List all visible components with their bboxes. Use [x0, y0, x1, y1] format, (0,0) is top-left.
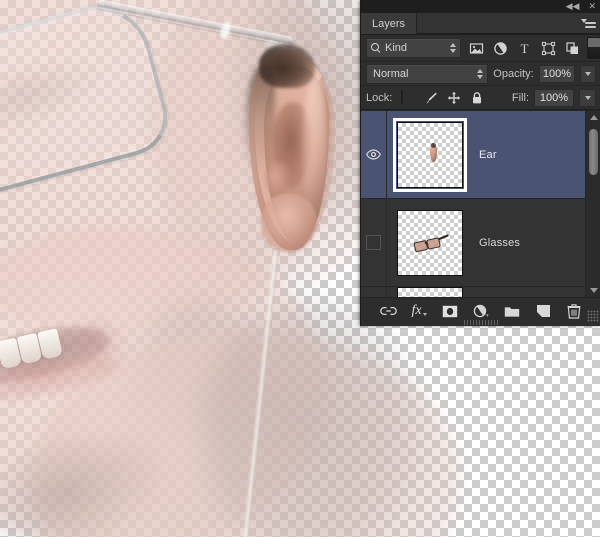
ear-rim-light — [303, 72, 327, 232]
filter-shape-layers-icon[interactable] — [541, 41, 556, 56]
ear-top-hair — [259, 44, 315, 88]
blend-mode-dropdown[interactable]: Normal — [366, 63, 489, 84]
scrollbar-thumb[interactable] — [589, 129, 598, 175]
eye-icon[interactable] — [366, 149, 381, 160]
new-group-button[interactable] — [504, 303, 521, 320]
filter-type-icons: T — [469, 41, 580, 56]
blend-mode-row: Normal Opacity: 100% — [361, 62, 600, 86]
layer-row-glasses[interactable]: Glasses — [361, 199, 600, 287]
layer-name-ear[interactable]: Ear — [473, 149, 600, 161]
filter-enable-toggle[interactable] — [587, 37, 600, 59]
mouth-corner — [72, 318, 132, 378]
filter-adjustment-layers-icon[interactable] — [493, 41, 508, 56]
lock-all-icon[interactable] — [470, 91, 484, 105]
layer-visibility-cell-partial[interactable] — [361, 287, 387, 297]
scroll-down-arrow[interactable] — [586, 284, 600, 297]
delete-layer-button[interactable] — [566, 303, 583, 320]
layers-panel[interactable]: ◀◀ ✕ Layers Kind T Normal Opacity: 100% … — [360, 0, 600, 326]
magnifier-icon — [371, 43, 381, 53]
glasses-thumbnail-content — [413, 233, 449, 252]
filter-pixel-layers-icon[interactable] — [469, 41, 484, 56]
lock-position-icon[interactable] — [447, 91, 461, 105]
filter-kind-label: Kind — [385, 42, 408, 54]
close-icon[interactable]: ✕ — [588, 2, 596, 11]
layer-filter-row: Kind T — [361, 35, 600, 62]
blend-mode-value: Normal — [373, 67, 409, 80]
layer-visibility-cell-ear[interactable] — [361, 111, 387, 198]
filter-smart-object-layers-icon[interactable] — [565, 41, 580, 56]
ear-thumbnail-content — [430, 142, 437, 162]
scroll-up-arrow[interactable] — [586, 111, 600, 124]
layers-panel-toolbar: fx — [361, 297, 600, 325]
new-layer-button[interactable] — [535, 303, 552, 320]
svg-text:T: T — [521, 41, 529, 56]
partial-thumbnail[interactable] — [397, 287, 463, 297]
panel-resize-grip[interactable] — [587, 310, 599, 322]
collapse-double-arrow-icon[interactable]: ◀◀ — [566, 2, 580, 11]
chevron-down-icon — [422, 312, 427, 316]
glasses-thumbnail[interactable] — [397, 209, 463, 276]
filter-kind-dropdown[interactable]: Kind — [366, 38, 461, 58]
new-adjustment-layer-button[interactable] — [473, 303, 490, 320]
fx-label: fx — [411, 303, 422, 318]
fill-label: Fill: — [511, 91, 529, 104]
jaw-shadow — [200, 300, 420, 537]
layer-thumbnail-cell-partial[interactable] — [387, 287, 473, 297]
opacity-dropdown-arrow[interactable] — [580, 64, 597, 83]
eye-icon-off[interactable] — [366, 235, 381, 250]
layer-visibility-cell-glasses[interactable] — [361, 199, 387, 286]
fill-input[interactable]: 100% — [534, 88, 574, 107]
tab-layers[interactable]: Layers — [361, 13, 418, 34]
layer-thumbnail-cell-glasses[interactable] — [387, 209, 473, 276]
filter-type-layers-icon[interactable]: T — [517, 41, 532, 56]
layer-thumbnail-cell-ear[interactable] — [387, 117, 473, 192]
up-down-stepper-icon[interactable] — [449, 42, 457, 54]
layer-row-ear[interactable]: Ear — [361, 111, 600, 199]
add-layer-mask-button[interactable] — [442, 303, 459, 320]
layer-list-scrollbar[interactable] — [585, 111, 600, 297]
opacity-input[interactable]: 100% — [538, 64, 576, 83]
lock-image-pixels-icon[interactable] — [424, 91, 438, 105]
panel-bottom-grip[interactable] — [464, 320, 498, 325]
ear-artwork — [243, 44, 335, 257]
panel-menu-icon[interactable] — [581, 17, 596, 29]
fill-dropdown-arrow[interactable] — [579, 88, 596, 107]
lock-label: Lock: — [366, 91, 393, 104]
link-layers-button[interactable] — [379, 303, 397, 320]
opacity-label: Opacity: — [493, 67, 534, 80]
blend-mode-stepper-icon[interactable] — [476, 68, 484, 80]
ear-thumbnail[interactable] — [393, 117, 467, 192]
panel-titlebar: ◀◀ ✕ — [361, 0, 600, 13]
lock-transparent-pixels-icon[interactable] — [401, 89, 415, 105]
panel-tab-strip: Layers — [361, 13, 600, 35]
layer-list[interactable]: Ear Glasses — [361, 110, 600, 297]
layer-name-glasses[interactable]: Glasses — [473, 237, 600, 249]
layer-style-button[interactable]: fx — [411, 303, 428, 320]
lock-icon-group — [401, 89, 484, 105]
tab-layers-label: Layers — [372, 17, 406, 30]
tab-strip-filler — [417, 13, 600, 34]
layer-row-partial[interactable] — [361, 287, 600, 297]
lock-row: Lock: Fill: 100% — [361, 86, 600, 110]
